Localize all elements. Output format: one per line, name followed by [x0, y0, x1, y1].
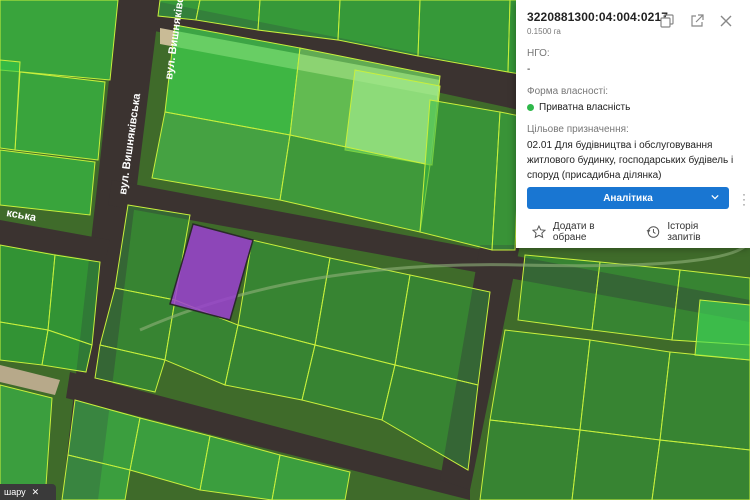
copy-icon[interactable] — [660, 14, 676, 30]
chevron-down-icon — [711, 194, 719, 200]
parcel-info-panel: 3220881300:04:004:0217 0.1500 га НГО: - … — [516, 0, 750, 248]
add-favorite-label: Додати в обране — [552, 221, 595, 243]
layer-button-label: шару — [4, 487, 26, 497]
add-favorite-button[interactable]: Додати в обране — [532, 221, 630, 243]
external-link-icon[interactable] — [690, 14, 706, 30]
request-history-label: Історія запитів — [667, 221, 701, 243]
history-icon — [647, 226, 660, 238]
close-icon[interactable] — [720, 14, 736, 30]
ngo-value: - — [527, 64, 531, 75]
layer-toggle-button[interactable]: шару ✕ — [0, 484, 56, 500]
close-icon[interactable]: ✕ — [32, 487, 40, 498]
purpose-label: Цільове призначення: — [527, 124, 629, 135]
request-history-button[interactable]: Історія запитів — [646, 221, 734, 243]
analytics-button[interactable]: Аналітика — [527, 187, 729, 209]
ngo-label: НГО: — [527, 48, 550, 59]
purpose-value: 02.01 Для будівництва і обслуговування ж… — [527, 140, 734, 181]
ownership-value: Приватна власність — [539, 102, 631, 113]
ownership-row: Приватна власність — [527, 100, 750, 115]
ownership-label: Форма власності: — [527, 86, 609, 97]
star-icon — [532, 225, 546, 239]
status-dot-icon — [527, 104, 534, 111]
more-options-icon[interactable]: · · · — [741, 188, 747, 210]
analytics-button-label: Аналітика — [603, 192, 653, 204]
